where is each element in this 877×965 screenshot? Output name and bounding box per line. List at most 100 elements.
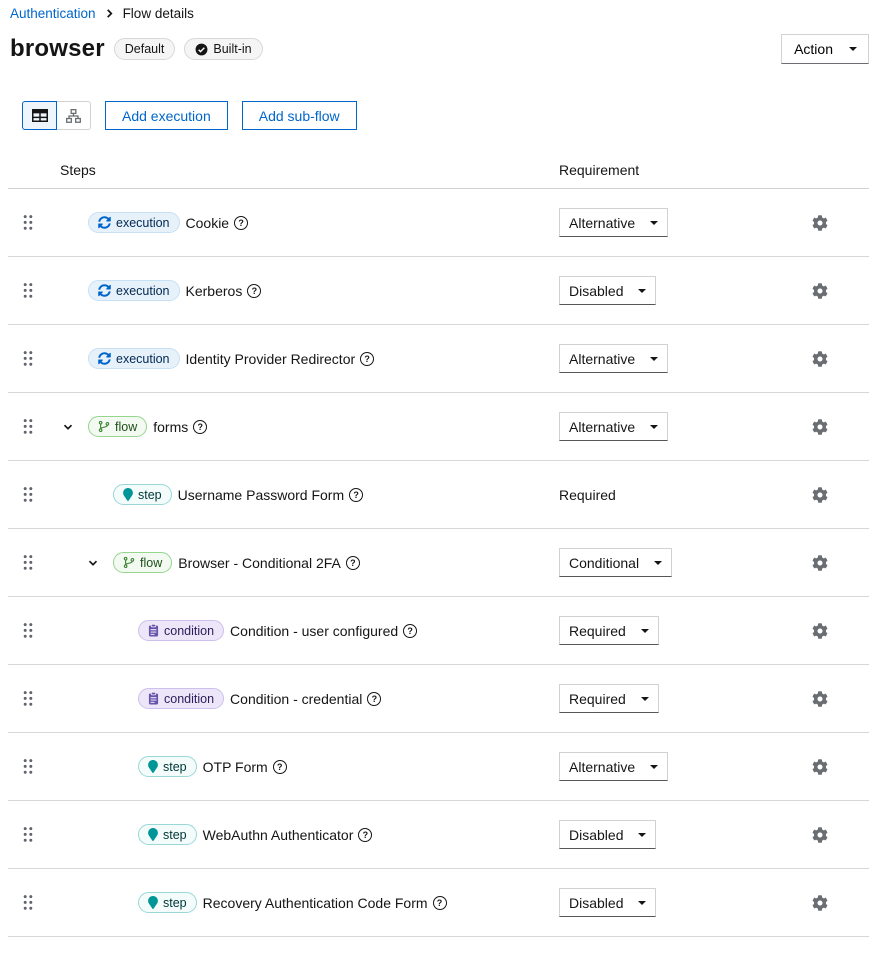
- caret-down-icon: [638, 901, 646, 905]
- diagram-view-toggle[interactable]: [56, 101, 91, 130]
- grip-vertical-icon: [23, 622, 33, 639]
- drag-handle[interactable]: [8, 418, 48, 435]
- drag-handle[interactable]: [8, 282, 48, 299]
- map-marker-icon: [123, 488, 133, 501]
- help-icon[interactable]: [433, 896, 447, 910]
- badge-label: condition: [164, 692, 214, 706]
- row-settings-button[interactable]: [809, 348, 831, 370]
- requirement-select[interactable]: Required: [559, 684, 659, 713]
- drag-handle[interactable]: [8, 622, 48, 639]
- row-settings-button[interactable]: [809, 484, 831, 506]
- step-label: Browser - Conditional 2FA: [178, 555, 341, 571]
- help-icon[interactable]: [234, 216, 248, 230]
- help-icon[interactable]: [360, 352, 374, 366]
- gear-icon: [812, 283, 828, 299]
- gear-icon: [812, 215, 828, 231]
- step-badge: step: [138, 892, 197, 913]
- help-icon[interactable]: [346, 556, 360, 570]
- add-subflow-button[interactable]: Add sub-flow: [242, 101, 357, 130]
- action-dropdown[interactable]: Action: [781, 34, 869, 64]
- help-icon[interactable]: [247, 284, 261, 298]
- built-in-badge-label: Built-in: [213, 42, 251, 56]
- sync-icon: [98, 352, 111, 365]
- requirement-select[interactable]: Required: [559, 616, 659, 645]
- grip-vertical-icon: [23, 418, 33, 435]
- requirement-select[interactable]: Alternative: [559, 412, 668, 441]
- row-steps-cell: conditionCondition - user configured: [48, 620, 559, 641]
- breadcrumb: Authentication Flow details: [8, 0, 869, 21]
- row-steps-cell: flow Browser - Conditional 2FA: [48, 552, 559, 573]
- requirement-select[interactable]: Alternative: [559, 752, 668, 781]
- check-circle-icon: [195, 43, 208, 56]
- breadcrumb-authentication-link[interactable]: Authentication: [10, 6, 96, 21]
- settings-cell: [809, 484, 869, 506]
- badge-label: execution: [116, 216, 170, 230]
- help-icon[interactable]: [367, 692, 381, 706]
- table-view-toggle[interactable]: [22, 101, 57, 130]
- settings-cell: [809, 212, 869, 234]
- requirement-cell: Required: [559, 616, 809, 645]
- clipboard-icon: [148, 692, 159, 705]
- row-settings-button[interactable]: [809, 892, 831, 914]
- gear-icon: [812, 895, 828, 911]
- requirement-select[interactable]: Disabled: [559, 888, 656, 917]
- badge-label: step: [138, 488, 162, 502]
- table-header: Steps Requirement: [8, 151, 869, 189]
- row-settings-button[interactable]: [809, 756, 831, 778]
- condition-badge: condition: [138, 688, 224, 709]
- step-label: OTP Form: [203, 759, 268, 775]
- row-settings-button[interactable]: [809, 416, 831, 438]
- gear-icon: [812, 623, 828, 639]
- grip-vertical-icon: [23, 758, 33, 775]
- help-icon[interactable]: [273, 760, 287, 774]
- requirement-select[interactable]: Disabled: [559, 276, 656, 305]
- drag-handle[interactable]: [8, 826, 48, 843]
- requirement-cell: Required: [559, 487, 809, 503]
- collapse-toggle-button[interactable]: [85, 557, 101, 569]
- flow-badge: flow: [113, 552, 172, 573]
- page-title: browser: [10, 35, 105, 63]
- clipboard-icon: [148, 624, 159, 637]
- requirement-cell: Disabled: [559, 276, 809, 305]
- flow-badge: flow: [88, 416, 147, 437]
- row-settings-button[interactable]: [809, 620, 831, 642]
- badge-label: flow: [115, 420, 137, 434]
- row-settings-button[interactable]: [809, 212, 831, 234]
- drag-handle[interactable]: [8, 486, 48, 503]
- row-steps-cell: executionCookie: [48, 212, 559, 233]
- requirement-select[interactable]: Conditional: [559, 548, 672, 577]
- drag-handle[interactable]: [8, 758, 48, 775]
- grip-vertical-icon: [23, 214, 33, 231]
- requirement-select[interactable]: Alternative: [559, 344, 668, 373]
- drag-handle[interactable]: [8, 214, 48, 231]
- requirement-select[interactable]: Alternative: [559, 208, 668, 237]
- condition-badge: condition: [138, 620, 224, 641]
- caret-down-icon: [638, 289, 646, 293]
- table-row: flow Browser - Conditional 2FA Conditional: [8, 529, 869, 597]
- default-badge-label: Default: [125, 42, 165, 56]
- requirement-value: Alternative: [569, 351, 635, 367]
- help-icon[interactable]: [358, 828, 372, 842]
- breadcrumb-current: Flow details: [123, 6, 194, 21]
- gear-icon: [812, 827, 828, 843]
- collapse-toggle-button[interactable]: [60, 421, 76, 433]
- drag-handle[interactable]: [8, 554, 48, 571]
- drag-handle[interactable]: [8, 690, 48, 707]
- execution-badge: execution: [88, 348, 180, 369]
- add-execution-button[interactable]: Add execution: [105, 101, 228, 130]
- row-settings-button[interactable]: [809, 824, 831, 846]
- caret-down-icon: [650, 765, 658, 769]
- help-icon[interactable]: [193, 420, 207, 434]
- row-settings-button[interactable]: [809, 688, 831, 710]
- requirement-select[interactable]: Disabled: [559, 820, 656, 849]
- help-icon[interactable]: [403, 624, 417, 638]
- caret-down-icon: [849, 47, 857, 51]
- row-settings-button[interactable]: [809, 280, 831, 302]
- row-settings-button[interactable]: [809, 552, 831, 574]
- drag-handle[interactable]: [8, 350, 48, 367]
- gear-icon: [812, 487, 828, 503]
- table-row: executionKerberosDisabled: [8, 257, 869, 325]
- help-icon[interactable]: [349, 488, 363, 502]
- drag-handle[interactable]: [8, 894, 48, 911]
- step-badge: step: [138, 824, 197, 845]
